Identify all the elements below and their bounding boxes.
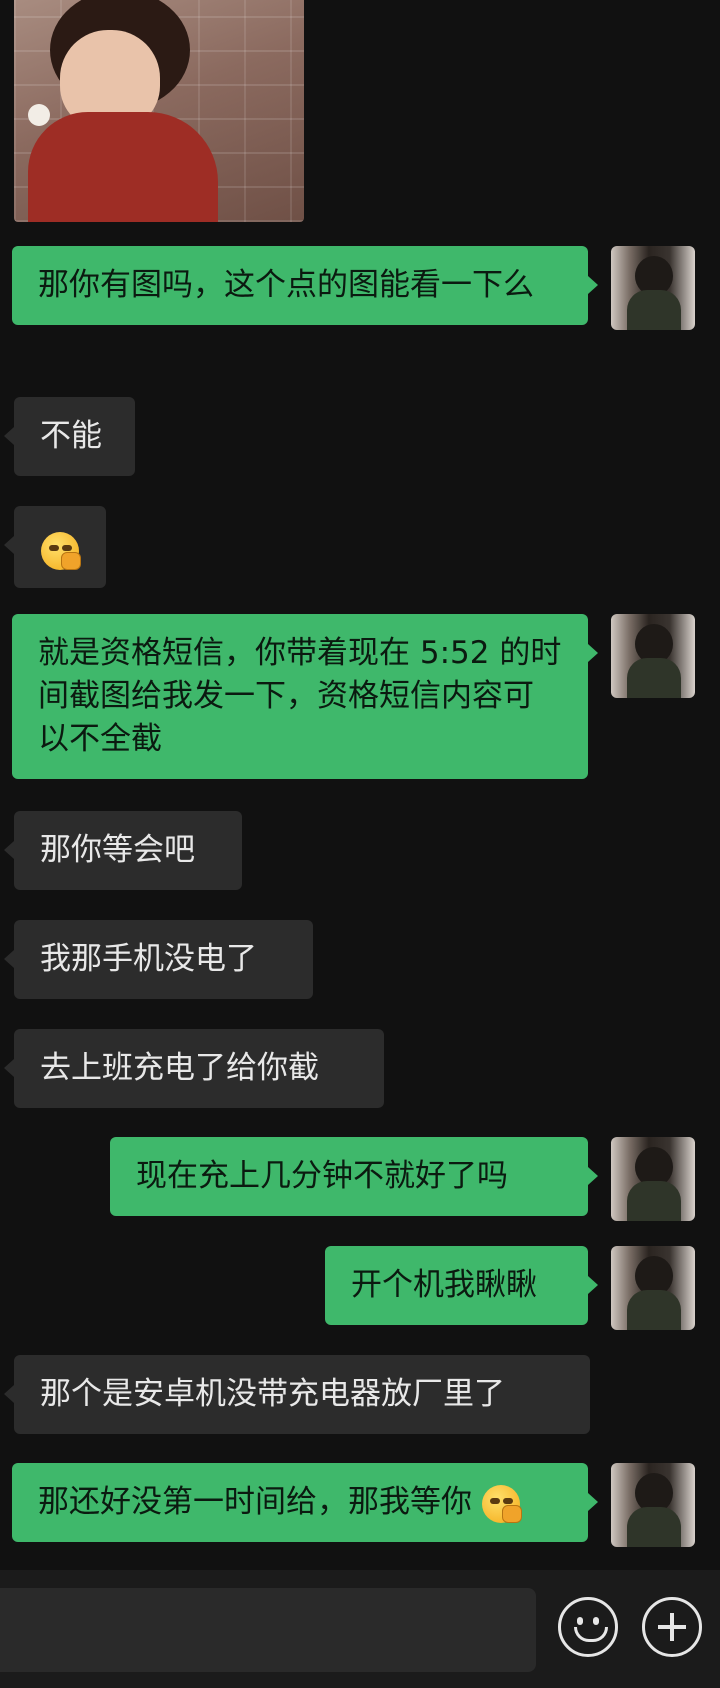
avatar-body xyxy=(627,1181,681,1221)
avatar-body xyxy=(627,1507,681,1547)
emoji-icon-eye xyxy=(593,1617,599,1625)
outgoing-message[interactable]: 那还好没第一时间给，那我等你 xyxy=(12,1463,598,1542)
hand-over-mouth-emoji-icon xyxy=(41,531,81,570)
my-avatar[interactable] xyxy=(611,1463,695,1547)
my-avatar[interactable] xyxy=(611,1246,695,1330)
incoming-message[interactable]: 那个是安卓机没带充电器放厂里了 xyxy=(4,1355,590,1434)
message-text: 开个机我瞅瞅 xyxy=(351,1267,537,1303)
incoming-message[interactable]: 不能 xyxy=(4,397,135,476)
outgoing-message[interactable]: 那你有图吗，这个点的图能看一下么 xyxy=(12,246,598,325)
emoji-icon-smile xyxy=(574,1627,608,1642)
message-text: 那个是安卓机没带充电器放厂里了 xyxy=(40,1376,505,1412)
my-avatar[interactable] xyxy=(611,614,695,698)
avatar-body xyxy=(627,1290,681,1330)
incoming-message[interactable]: 我那手机没电了 xyxy=(4,920,313,999)
message-text: 不能 xyxy=(40,418,102,454)
avatar-body xyxy=(627,658,681,698)
emoji-eye xyxy=(502,1497,513,1504)
incoming-emoji-message[interactable] xyxy=(4,506,106,588)
message-text: 就是资格短信，你带着现在 5:52 的时间截图给我发一下，资格短信内容可以不全截 xyxy=(38,635,562,757)
emoji-icon[interactable] xyxy=(558,1597,618,1657)
emoji-hand xyxy=(501,1504,522,1523)
emoji-eye xyxy=(489,1497,500,1504)
outgoing-message[interactable]: 开个机我瞅瞅 xyxy=(325,1246,598,1325)
message-text: 去上班充电了给你截 xyxy=(40,1050,319,1086)
emoji-eye xyxy=(49,544,59,551)
image-coat xyxy=(28,112,218,222)
message-text: 那你等会吧 xyxy=(40,832,195,868)
plus-icon[interactable] xyxy=(642,1597,702,1657)
emoji-icon-eye xyxy=(577,1617,583,1625)
avatar-body xyxy=(627,290,681,330)
emoji-eye xyxy=(62,544,72,551)
hand-over-mouth-emoji-icon xyxy=(481,1484,522,1523)
chat-history[interactable]: 那你有图吗，这个点的图能看一下么 不能 就是资格短信，你带着现在 5:52 的时… xyxy=(0,0,720,1570)
message-text: 现在充上几分钟不就好了吗 xyxy=(136,1158,508,1194)
image-lollipop xyxy=(28,104,50,126)
message-text: 那还好没第一时间给，那我等你 xyxy=(38,1484,472,1520)
plus-icon-vertical xyxy=(670,1613,674,1641)
my-avatar[interactable] xyxy=(611,1137,695,1221)
image-message[interactable] xyxy=(14,0,304,222)
outgoing-message[interactable]: 就是资格短信，你带着现在 5:52 的时间截图给我发一下，资格短信内容可以不全截 xyxy=(12,614,598,779)
outgoing-message[interactable]: 现在充上几分钟不就好了吗 xyxy=(110,1137,598,1216)
incoming-message[interactable]: 去上班充电了给你截 xyxy=(4,1029,384,1108)
message-text: 那你有图吗，这个点的图能看一下么 xyxy=(38,267,534,303)
message-text: 我那手机没电了 xyxy=(40,941,257,977)
message-input[interactable] xyxy=(0,1588,536,1672)
my-avatar[interactable] xyxy=(611,246,695,330)
input-bar xyxy=(0,1570,720,1688)
emoji-hand xyxy=(61,551,81,570)
incoming-message[interactable]: 那你等会吧 xyxy=(4,811,242,890)
